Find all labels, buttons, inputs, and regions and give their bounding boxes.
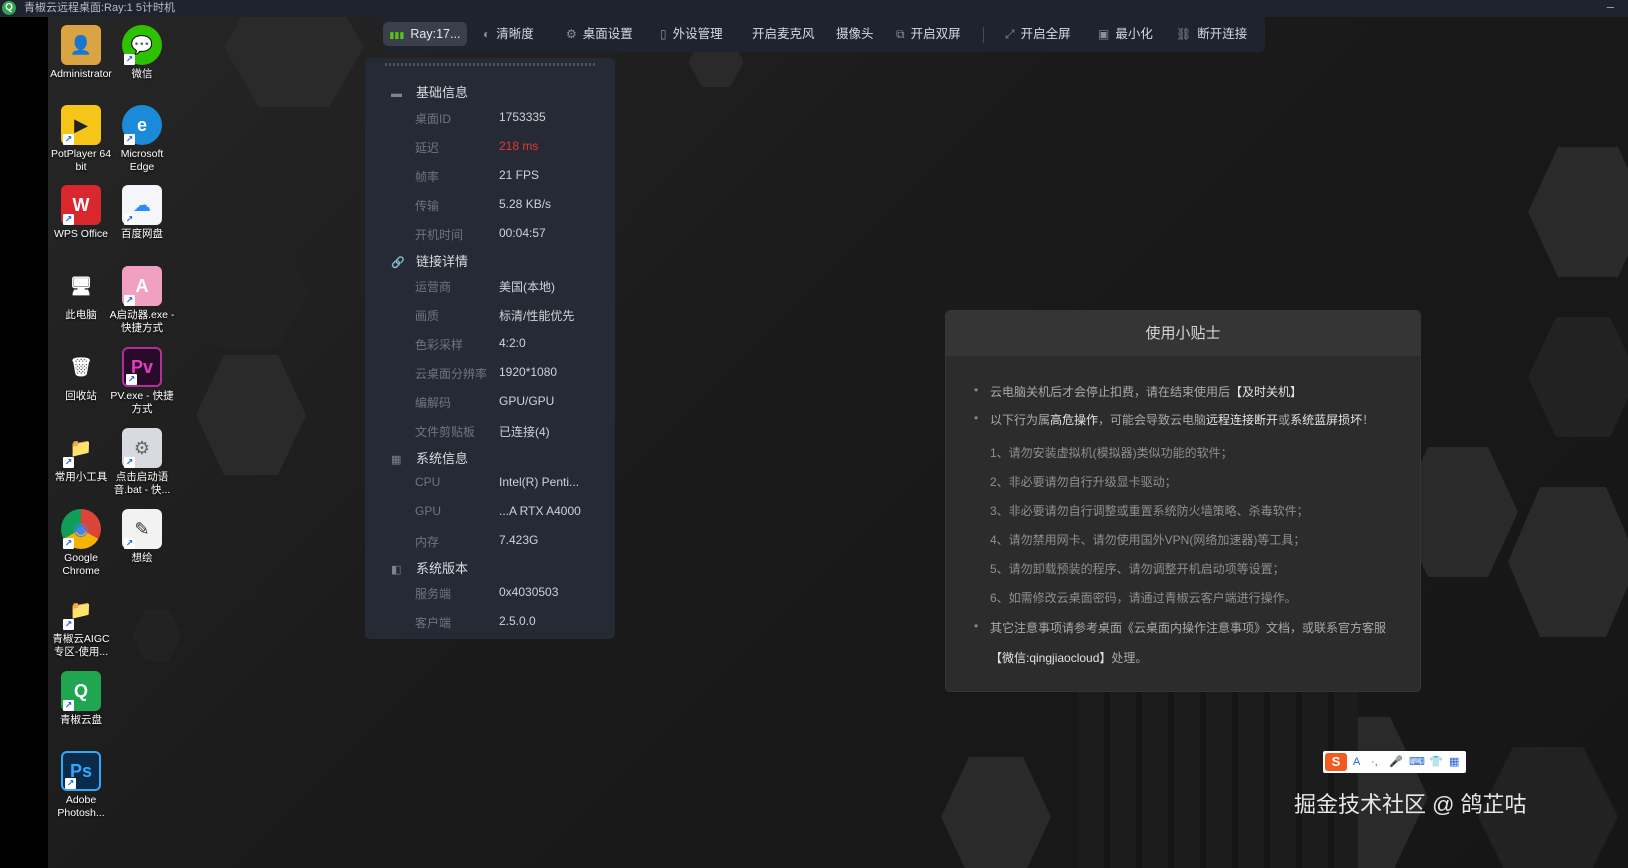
- qingjiao-app-icon: Q: [2, 1, 16, 15]
- fullscreen-icon: ⤢: [1005, 27, 1015, 41]
- grid-icon: ▦: [391, 454, 402, 466]
- section-link-details: 🔗 链接详情: [391, 254, 469, 269]
- remote-toolbar: ▮▮▮ Ray:17... ◐ 清晰度 ⚙ 桌面设置 ▯ 外设管理 开启麦克风 摄像头 …: [383, 17, 1265, 52]
- left-black-strip: [0, 17, 48, 868]
- potplayer-icon: ▶ ↗: [61, 105, 101, 145]
- wechat-icon: 💬 ↗: [122, 25, 162, 65]
- desktop-icon-administrator[interactable]: 👤 Administrator: [48, 25, 114, 81]
- microphone-icon[interactable]: 🎤: [1389, 751, 1403, 773]
- bg-hexagon: [941, 757, 1051, 868]
- mouse-icon: ▯: [660, 27, 667, 41]
- toolbar-divider: [983, 27, 984, 43]
- tip-item: 其它注意事项请参考桌面《云桌面内操作注意事项》文档，或联系官方客服: [974, 619, 1386, 636]
- tips-title: 使用小贴士: [946, 311, 1420, 356]
- desktop-icon-voice-bat[interactable]: ⚙ ↗ 点击启动语音.bat - 快...: [109, 428, 175, 497]
- peripheral-manage-button[interactable]: ▯ 外设管理: [660, 17, 723, 52]
- tip-contact: 【微信:qingjiaocloud】处理。: [990, 651, 1148, 665]
- tip-subitem: 6、如需修改云桌面密码，请通过青椒云客户端进行操作。: [990, 591, 1297, 605]
- desktop-icon-a-launcher[interactable]: A ↗ A启动器.exe - 快捷方式: [109, 266, 175, 335]
- disconnect-icon: ⛓: [1176, 27, 1192, 41]
- minimize-icon: ▣: [1098, 27, 1110, 41]
- dual-screen-button[interactable]: ⧉ 开启双屏: [896, 17, 961, 52]
- tip-item: 以下行为属高危操作，可能会导致云电脑远程连接断开或系统蓝屏损坏！: [974, 411, 1374, 428]
- batch-file-icon: ⚙ ↗: [122, 428, 162, 468]
- tip-item: 云电脑关机后才会停止扣费，请在结束使用后【及时关机】: [974, 383, 1302, 400]
- usage-tips-card: 使用小贴士 云电脑关机后才会停止扣费，请在结束使用后【及时关机】 以下行为属高危…: [945, 310, 1421, 692]
- bg-hexagon: [132, 609, 182, 661]
- dual-screen-icon: ⧉: [896, 27, 905, 41]
- disconnect-button[interactable]: ⛓ 断开连接: [1176, 17, 1247, 52]
- desktop-icon-qingjiao-disk[interactable]: Q ↗ 青椒云盘: [48, 671, 114, 727]
- ime-language-icon[interactable]: A: [1353, 751, 1360, 773]
- sketch-app-icon: ✎ ↗: [122, 509, 162, 549]
- desktop-icon-xianghui[interactable]: ✎ ↗ 想绘: [109, 509, 175, 565]
- monitor-icon: ▬: [391, 88, 402, 100]
- window-minimize-button[interactable]: –: [1607, 0, 1614, 15]
- clarity-button[interactable]: ◐ 清晰度: [483, 17, 534, 52]
- desktop-icon-wps[interactable]: W ↗ WPS Office: [48, 185, 114, 241]
- anime-launcher-icon: A ↗: [122, 266, 162, 306]
- edge-icon: e ↗: [122, 105, 162, 145]
- qingjiao-disk-icon: Q ↗: [61, 671, 101, 711]
- bg-hexagon: [188, 237, 308, 347]
- sogou-ime-icon[interactable]: S: [1325, 753, 1347, 771]
- desktop-icon-photoshop[interactable]: Ps ↗ Adobe Photosh...: [48, 751, 114, 820]
- keyboard-icon[interactable]: ⌨: [1409, 751, 1425, 773]
- tip-subitem: 1、请勿安装虚拟机(模拟器)类似功能的软件；: [990, 446, 1233, 460]
- toolbox-icon[interactable]: ▦: [1449, 751, 1459, 773]
- desktop-icon-potplayer[interactable]: ▶ ↗ PotPlayer 64 bit: [48, 105, 114, 174]
- chrome-icon: ◉ ↗: [61, 509, 101, 549]
- desktop-icon-chrome[interactable]: ◉ ↗ Google Chrome: [48, 509, 114, 578]
- signal-bars-icon: ▮▮▮: [389, 30, 405, 40]
- link-icon: 🔗: [391, 257, 405, 269]
- layers-icon: ◧: [391, 564, 402, 576]
- desktop-icon-aigc-folder[interactable]: 📁 ↗ 青椒云AIGC专区-使用...: [48, 590, 114, 659]
- user-account-button[interactable]: ▮▮▮ Ray:17...: [383, 22, 467, 46]
- section-system-info: ▦ 系统信息: [391, 451, 469, 466]
- gear-icon: ⚙: [566, 27, 577, 41]
- desktop-icon-baidu-netdisk[interactable]: ☁ ↗ 百度网盘: [109, 185, 175, 241]
- user-folder-icon: 👤: [61, 25, 101, 65]
- connection-info-panel: ▬ 基础信息 桌面ID 1753335 延迟 218 ms 帧率 21 FPS 传输 5.…: [365, 58, 615, 639]
- photoshop-icon: Ps ↗: [61, 751, 101, 791]
- section-basic-info: ▬ 基础信息: [391, 85, 469, 100]
- tip-subitem: 4、请勿禁用网卡、请勿使用国外VPN(网络加速器)等工具；: [990, 533, 1306, 547]
- desktop-icon-tools-folder[interactable]: 📁 ↗ 常用小工具: [48, 428, 114, 484]
- latency-value: 218 ms: [499, 139, 539, 153]
- section-system-version: ◧ 系统版本: [391, 561, 469, 576]
- bg-hexagon: [1528, 317, 1628, 437]
- folder-icon: 📁 ↗: [63, 600, 93, 630]
- camera-button[interactable]: 摄像头: [836, 17, 874, 52]
- tip-subitem: 2、非必要请勿自行升级显卡驱动；: [990, 475, 1177, 489]
- bg-hexagon: [1508, 487, 1628, 637]
- desktop-icon-recycle-bin[interactable]: 🗑 回收站: [48, 347, 114, 403]
- bg-hexagon: [224, 17, 364, 107]
- minimize-button[interactable]: ▣ 最小化: [1098, 17, 1153, 52]
- window-title: 青椒云远程桌面:Ray:1 5计时机: [24, 2, 175, 14]
- microphone-toggle-button[interactable]: 开启麦克风: [752, 17, 815, 52]
- folder-icon: 📁 ↗: [63, 438, 93, 468]
- ime-toolbar[interactable]: S A ·, 🎤 ⌨ 👕 ▦: [1323, 751, 1466, 773]
- desktop-icon-edge[interactable]: e ↗ Microsoft Edge: [109, 105, 175, 174]
- desktop-icon-pv[interactable]: Pv ↗ PV.exe - 快捷方式: [109, 347, 175, 416]
- baidu-netdisk-icon: ☁ ↗: [122, 185, 162, 225]
- desktop-settings-button[interactable]: ⚙ 桌面设置: [566, 17, 633, 52]
- ime-punctuation-icon[interactable]: ·,: [1371, 751, 1378, 773]
- desktop-icon-this-pc[interactable]: 🖥 此电脑: [48, 266, 114, 322]
- clarity-icon: ◐: [483, 27, 491, 41]
- tip-subitem: 5、请勿卸载预装的程序、请勿调整开机启动项等设置；: [990, 562, 1285, 576]
- recycle-bin-icon: 🗑: [69, 357, 93, 377]
- computer-icon: 🖥: [69, 276, 93, 296]
- wps-icon: W ↗: [61, 185, 101, 225]
- desktop-icon-wechat[interactable]: 💬 ↗ 微信: [109, 25, 175, 81]
- watermark-text: 掘金技术社区 @ 鸽芷咕: [1294, 792, 1527, 817]
- bg-hexagon: [1528, 147, 1628, 277]
- fullscreen-button[interactable]: ⤢ 开启全屏: [1005, 17, 1071, 52]
- window-titlebar: Q 青椒云远程桌面:Ray:1 5计时机 –: [0, 0, 1628, 17]
- tip-subitem: 3、非必要请勿自行调整或重置系统防火墙策略、杀毒软件；: [990, 504, 1309, 518]
- bg-hexagon: [196, 355, 306, 475]
- skin-icon[interactable]: 👕: [1429, 751, 1443, 773]
- panel-drag-handle[interactable]: [385, 63, 595, 66]
- pv-app-icon: Pv ↗: [122, 347, 162, 387]
